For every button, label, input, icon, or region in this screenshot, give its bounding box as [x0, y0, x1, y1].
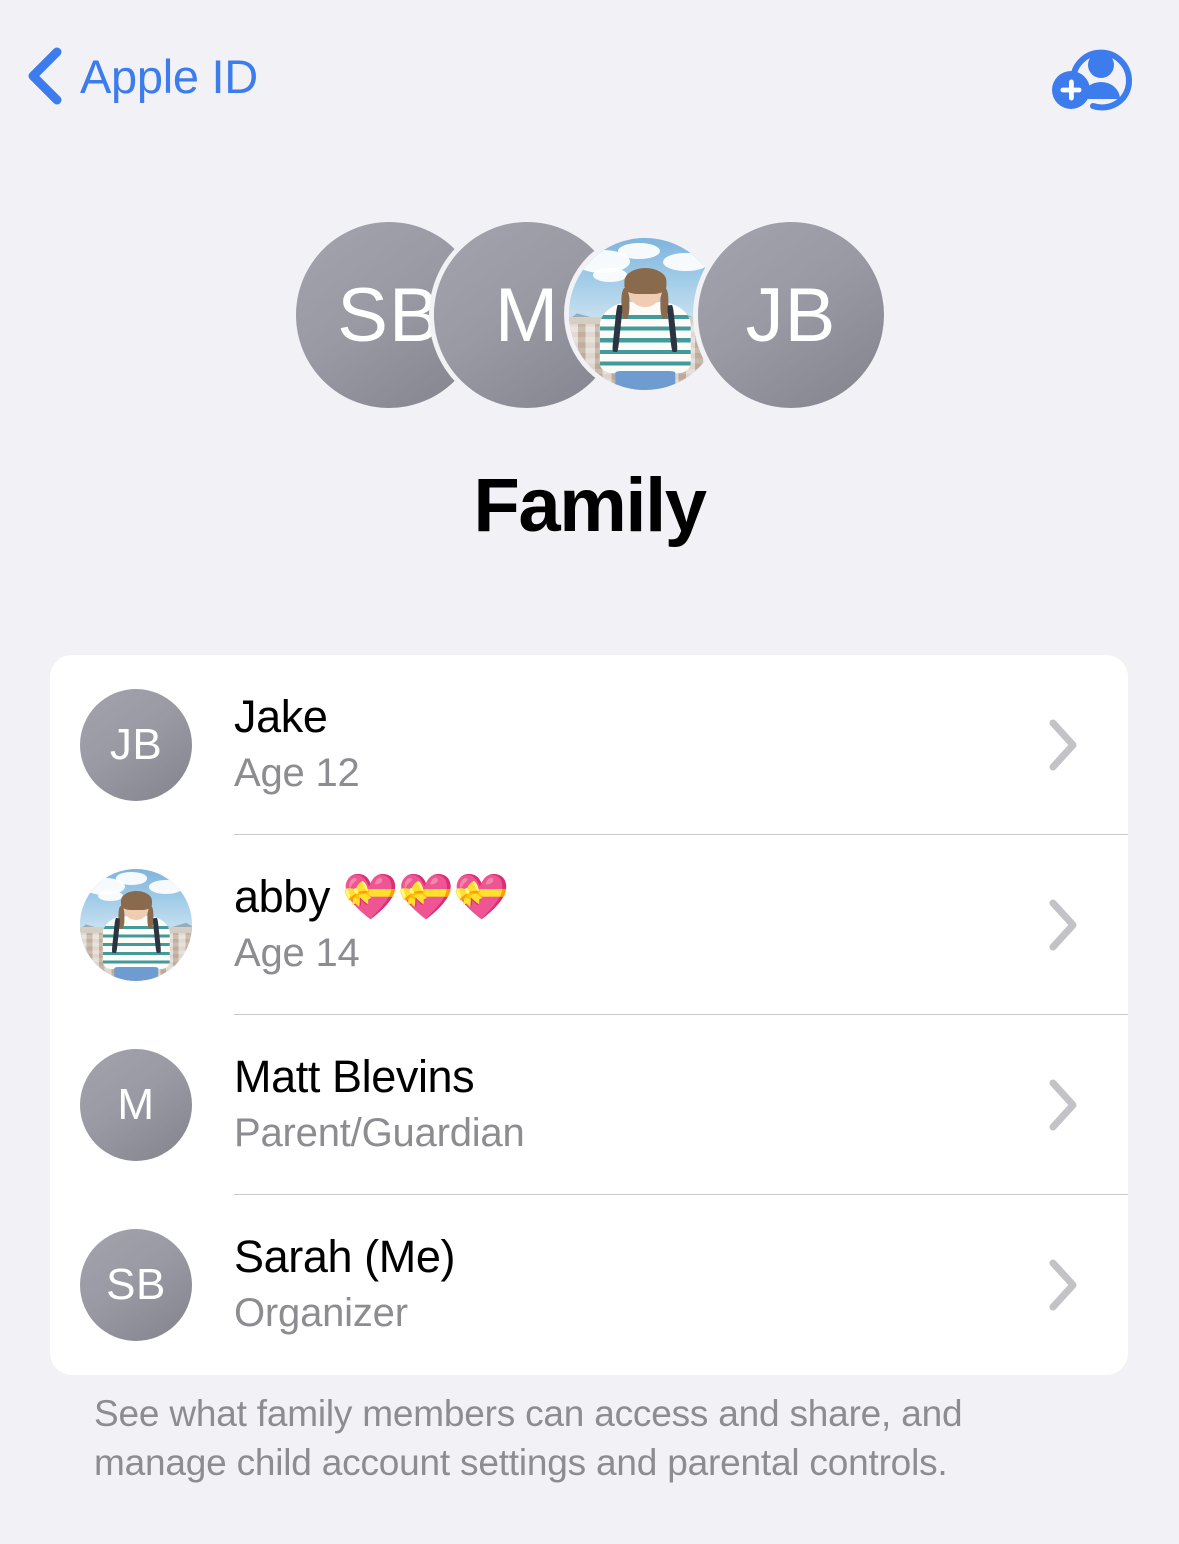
member-avatar: M — [80, 1049, 192, 1161]
member-name: Matt Blevins — [234, 1051, 475, 1103]
member-text: Sarah (Me) Organizer — [234, 1230, 1046, 1340]
hero-avatar-initials: JB — [745, 272, 837, 358]
photo-jeans — [113, 967, 159, 981]
photo-hair — [120, 891, 152, 911]
family-avatar-stack: SB M JB — [0, 218, 1179, 418]
hero-avatar-jake: JB — [698, 222, 884, 408]
member-avatar: JB — [80, 689, 192, 801]
member-text: Matt Blevins Parent/Guardian — [234, 1050, 1046, 1160]
member-avatar-initials: M — [117, 1080, 155, 1129]
family-members-list: JB Jake Age 12 abby 💝💝💝 Age 14 M Matt Bl… — [50, 655, 1128, 1375]
photo-cloud — [149, 880, 184, 894]
back-button-label: Apple ID — [80, 49, 258, 103]
back-button[interactable]: Apple ID — [24, 36, 258, 116]
member-text: Jake Age 12 — [234, 690, 1046, 800]
photo-person — [102, 891, 170, 981]
member-avatar: SB — [80, 1229, 192, 1341]
chevron-right-icon — [1049, 1259, 1077, 1311]
photo-jeans — [614, 371, 676, 390]
member-name: Jake — [234, 691, 328, 743]
table-row[interactable]: SB Sarah (Me) Organizer — [50, 1195, 1128, 1375]
member-detail: Age 14 — [234, 931, 360, 976]
chevron-left-icon — [28, 47, 62, 105]
photo-hair — [624, 267, 666, 294]
table-row[interactable]: M Matt Blevins Parent/Guardian — [50, 1015, 1128, 1195]
photo-person — [599, 267, 691, 390]
photo-cloud — [617, 242, 661, 260]
chevron-right-icon — [1049, 719, 1077, 771]
page-title: Family — [473, 463, 707, 548]
member-name: Sarah (Me) — [234, 1231, 456, 1283]
hero-avatar-initials: SB — [337, 272, 441, 358]
family-settings-screen: Apple ID SB M JB Family JB Jake Age 12 a… — [0, 0, 1179, 1544]
member-detail: Organizer — [234, 1291, 408, 1336]
footer-description: See what family members can access and s… — [94, 1393, 963, 1483]
member-avatar-initials: SB — [106, 1260, 166, 1309]
navigation-bar: Apple ID — [0, 0, 1179, 150]
chevron-right-icon — [1049, 899, 1077, 951]
add-family-member-button[interactable] — [1049, 40, 1135, 112]
member-name: abby 💝💝💝 — [234, 871, 509, 923]
hero-avatar-initials: M — [494, 272, 560, 358]
member-text: abby 💝💝💝 Age 14 — [234, 870, 1046, 980]
member-avatar — [80, 869, 192, 981]
table-row[interactable]: JB Jake Age 12 — [50, 655, 1128, 835]
member-detail: Parent/Guardian — [234, 1111, 525, 1156]
member-avatar-initials: JB — [109, 720, 163, 769]
member-detail: Age 12 — [234, 751, 360, 796]
chevron-right-icon — [1049, 1079, 1077, 1131]
photo-cloud — [115, 872, 148, 885]
add-person-icon — [1052, 49, 1132, 111]
table-row[interactable]: abby 💝💝💝 Age 14 — [50, 835, 1128, 1015]
